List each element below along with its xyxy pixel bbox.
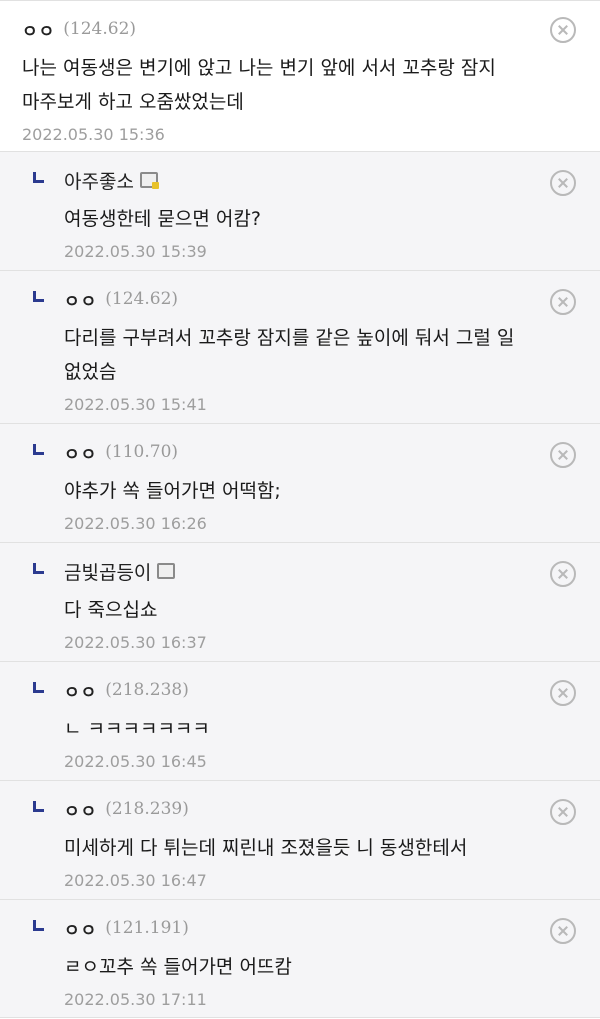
comment-ip: (124.62) (63, 19, 137, 39)
reply-arrow-icon (33, 291, 44, 302)
reply-arrow-icon (33, 801, 44, 812)
comment-header: 금빛곱등이 (64, 557, 540, 585)
comment-date: 2022.05.30 15:36 (22, 125, 165, 144)
comment-nickname[interactable]: ㅇㅇ (64, 287, 97, 312)
comment-body: 야추가 쏙 들어가면 어떡함; (64, 480, 281, 502)
comment-ip: (218.238) (105, 680, 189, 700)
comment-ip: (124.62) (105, 289, 179, 309)
reply-arrow-icon (33, 563, 44, 574)
reply-arrow-icon (33, 920, 44, 931)
comment-nickname[interactable]: ㅇㅇ (64, 797, 97, 822)
reply-arrow-icon (33, 682, 44, 693)
comment-nickname[interactable]: ㅇㅇ (64, 678, 97, 703)
delete-comment-icon[interactable] (550, 561, 576, 587)
comment-header: ㅇㅇ (124.62) (64, 285, 540, 313)
reply-arrow-icon (33, 444, 44, 455)
reply-arrow-icon (33, 172, 44, 183)
comment-root: ㅇㅇ (124.62) 나는 여동생은 변기에 앉고 나는 변기 앞에 서서 꼬… (0, 0, 600, 151)
comment-body: ㄹㅇ꼬추 쏙 들어가면 어뜨캄 (64, 956, 292, 978)
half-member-icon (139, 172, 159, 189)
comment-header: ㅇㅇ (218.238) (64, 676, 540, 704)
reply-comment: ㅇㅇ (218.239) 미세하게 다 튀는데 찌린내 조졌을듯 니 동생한테서… (0, 780, 600, 899)
comment-header: ㅇㅇ (218.239) (64, 795, 540, 823)
comment-body: 나는 여동생은 변기에 앉고 나는 변기 앞에 서서 꼬추랑 잠지 마주보게 하… (22, 57, 496, 113)
comment-body: 다리를 구부려서 꼬추랑 잠지를 같은 높이에 둬서 그럴 일 없었슴 (64, 327, 515, 383)
comment-ip: (218.239) (105, 799, 189, 819)
comment-nickname[interactable]: 금빛곱등이 (64, 558, 151, 585)
comment-ip: (121.191) (105, 918, 189, 938)
comment-body: ㄴ ㅋㅋㅋㅋㅋㅋㅋ (64, 718, 210, 740)
comment-body: 여동생한테 묻으면 어캄? (64, 208, 261, 230)
comment-header: ㅇㅇ (121.191) (64, 914, 540, 942)
delete-comment-icon[interactable] (550, 289, 576, 315)
delete-comment-icon[interactable] (550, 799, 576, 825)
reply-comment: ㅇㅇ (218.238) ㄴ ㅋㅋㅋㅋㅋㅋㅋ 2022.05.30 16:45 (0, 661, 600, 780)
delete-comment-icon[interactable] (550, 680, 576, 706)
comment-date: 2022.05.30 15:41 (64, 395, 207, 414)
reply-comment: 아주좋소 여동생한테 묻으면 어캄? 2022.05.30 15:39 (0, 151, 600, 270)
comment-header: 아주좋소 (64, 166, 540, 194)
comment-list: ㅇㅇ (124.62) 나는 여동생은 변기에 앉고 나는 변기 앞에 서서 꼬… (0, 0, 600, 1018)
comment-nickname[interactable]: ㅇㅇ (64, 916, 97, 941)
delete-comment-icon[interactable] (550, 17, 576, 43)
comment-date: 2022.05.30 16:47 (64, 871, 207, 890)
comment-nickname[interactable]: 아주좋소 (64, 167, 134, 194)
comment-date: 2022.05.30 16:26 (64, 514, 207, 533)
comment-date: 2022.05.30 16:45 (64, 752, 207, 771)
delete-comment-icon[interactable] (550, 170, 576, 196)
comment-nickname[interactable]: ㅇㅇ (22, 17, 55, 42)
reply-comment: ㅇㅇ (121.191) ㄹㅇ꼬추 쏙 들어가면 어뜨캄 2022.05.30 … (0, 899, 600, 1018)
fixed-member-icon (157, 563, 176, 579)
comment-ip: (110.70) (105, 442, 179, 462)
comment-date: 2022.05.30 17:11 (64, 990, 207, 1009)
comment-nickname[interactable]: ㅇㅇ (64, 440, 97, 465)
comment-header: ㅇㅇ (124.62) (22, 15, 540, 43)
delete-comment-icon[interactable] (550, 918, 576, 944)
comment-date: 2022.05.30 16:37 (64, 633, 207, 652)
comment-date: 2022.05.30 15:39 (64, 242, 207, 261)
comment-body: 미세하게 다 튀는데 찌린내 조졌을듯 니 동생한테서 (64, 837, 468, 859)
delete-comment-icon[interactable] (550, 442, 576, 468)
comment-header: ㅇㅇ (110.70) (64, 438, 540, 466)
reply-comment: 금빛곱등이 다 죽으십쇼 2022.05.30 16:37 (0, 542, 600, 661)
reply-comment: ㅇㅇ (110.70) 야추가 쏙 들어가면 어떡함; 2022.05.30 1… (0, 423, 600, 542)
comment-body: 다 죽으십쇼 (64, 599, 158, 621)
reply-comment: ㅇㅇ (124.62) 다리를 구부려서 꼬추랑 잠지를 같은 높이에 둬서 그… (0, 270, 600, 423)
